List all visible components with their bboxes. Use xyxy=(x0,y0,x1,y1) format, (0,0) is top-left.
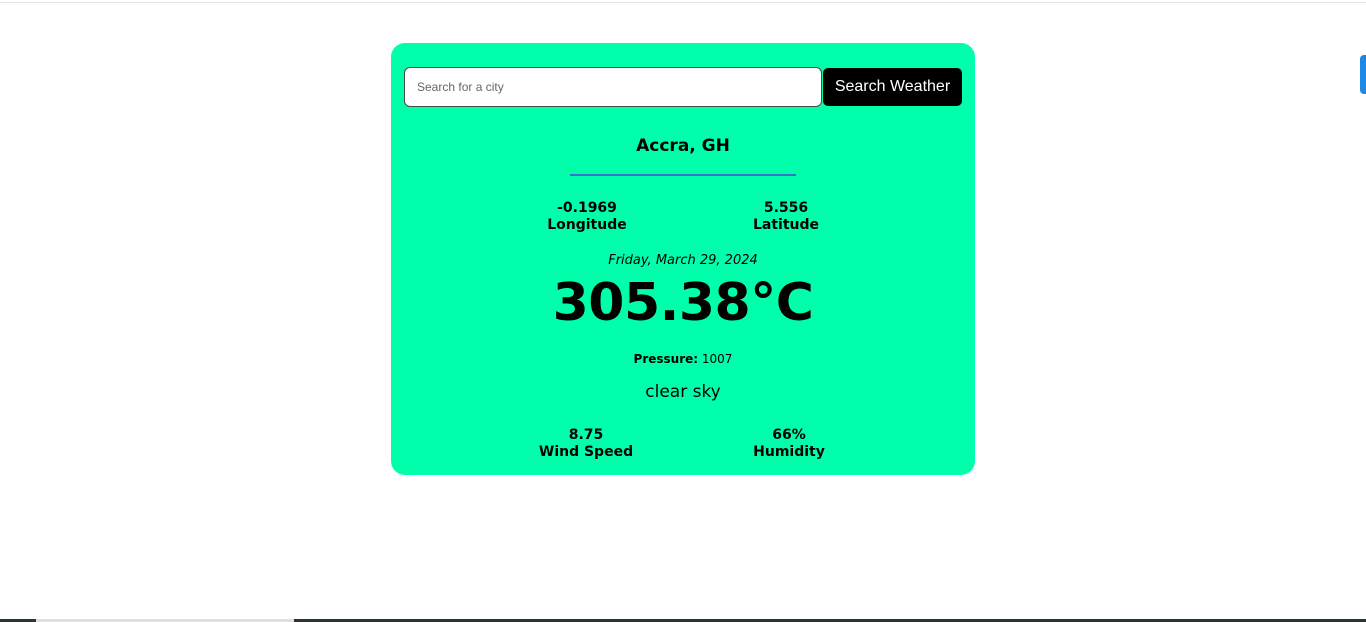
current-date: Friday, March 29, 2024 xyxy=(608,253,758,268)
wind-speed-stat: 8.75 Wind Speed xyxy=(486,427,686,461)
weather-card: Search Weather Accra, GH -0.1969 Longitu… xyxy=(391,43,975,475)
pressure-value: 1007 xyxy=(701,352,733,366)
city-name: Accra, GH xyxy=(636,136,730,156)
humidity-stat: 66% Humidity xyxy=(689,427,889,461)
search-weather-button[interactable]: Search Weather xyxy=(823,68,962,106)
latitude-value: 5.556 xyxy=(763,200,809,216)
city-search-input[interactable] xyxy=(404,67,822,107)
city-divider xyxy=(570,174,796,176)
pressure-readout: Pressure: 1007 xyxy=(391,352,975,366)
weather-description: clear sky xyxy=(645,382,721,402)
top-border xyxy=(0,2,1366,3)
humidity-label: Humidity xyxy=(753,444,825,460)
longitude-value: -0.1969 xyxy=(557,200,617,216)
longitude-label: Longitude xyxy=(547,217,627,233)
wind-speed-value: 8.75 xyxy=(568,427,604,443)
latitude-label: Latitude xyxy=(752,217,820,233)
wind-speed-label: Wind Speed xyxy=(538,444,634,460)
pressure-label: Pressure: xyxy=(633,352,699,366)
longitude-stat: -0.1969 Longitude xyxy=(487,200,687,234)
latitude-stat: 5.556 Latitude xyxy=(686,200,886,234)
side-tab[interactable] xyxy=(1360,55,1366,94)
temperature: 305.38°C xyxy=(552,273,814,333)
humidity-value: 66% xyxy=(772,427,806,443)
